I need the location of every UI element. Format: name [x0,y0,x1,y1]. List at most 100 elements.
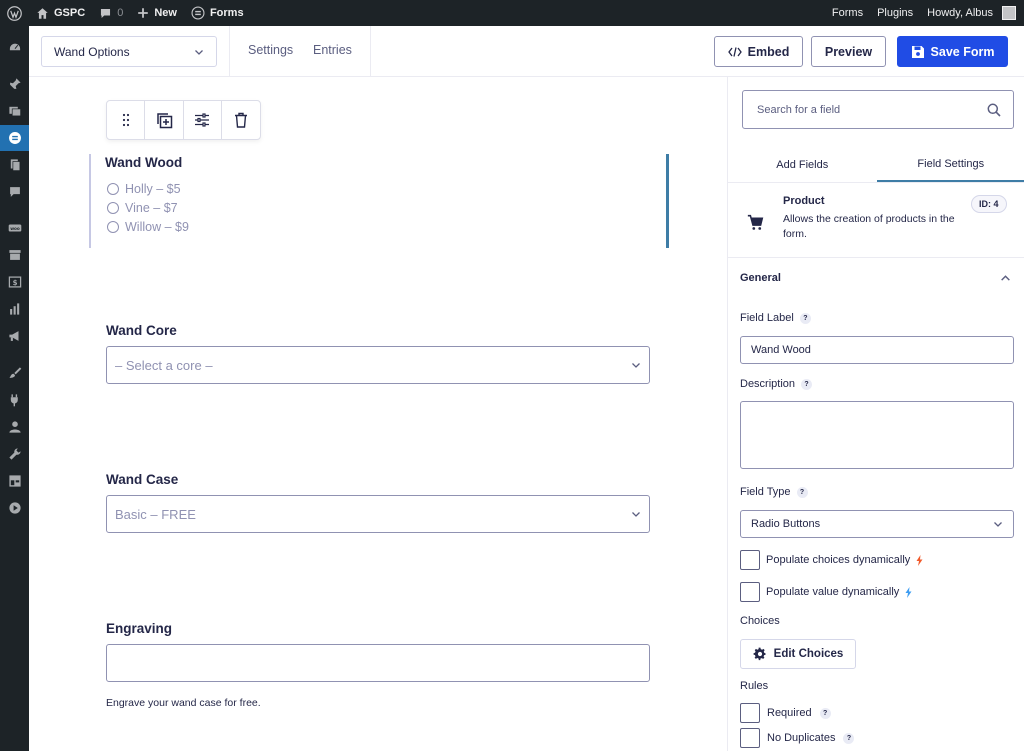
form-switcher-dropdown[interactable]: Wand Options [41,36,217,67]
drag-field-button[interactable] [107,101,146,139]
radio-choice-holly[interactable]: Holly – $5 [107,182,181,196]
gear-icon [753,647,766,661]
lightning-icon [905,586,912,598]
menu-pages[interactable] [0,152,29,178]
help-icon[interactable]: ? [819,707,831,719]
embed-button[interactable]: Embed [714,36,803,67]
entries-tab[interactable]: Entries [313,43,352,57]
menu-collapse[interactable] [0,495,29,521]
site-name-link[interactable]: GSPC [29,0,92,26]
required-row: Required ? [740,703,831,723]
admin-bar: GSPC 0 New Forms Forms Plugins Howdy, Al… [0,0,1024,26]
drag-handle-icon [122,113,129,127]
engraving-input[interactable] [106,644,650,682]
radio-label: Willow – $9 [125,220,189,234]
preview-label: Preview [824,44,873,59]
admin-plugins-link[interactable]: Plugins [870,0,920,26]
menu-marketing[interactable] [0,323,29,349]
chevron-down-icon [632,512,640,517]
chevron-down-icon [994,522,1002,527]
help-icon[interactable]: ? [801,378,813,390]
radio-button[interactable] [107,221,119,233]
populate-choices-row: Populate choices dynamically [740,550,923,570]
dashboard-icon [8,42,21,52]
new-content-link[interactable]: New [130,0,184,26]
megaphone-icon [8,331,18,341]
menu-woocommerce[interactable]: woo [0,215,29,241]
edit-choices-button[interactable]: Edit Choices [740,639,856,669]
radio-button[interactable] [107,202,119,214]
wand-wood-label: Wand Wood [105,155,183,170]
menu-products[interactable] [0,242,29,268]
field-label-value: Wand Wood [751,344,811,356]
radio-button[interactable] [107,183,119,195]
user-account-menu[interactable]: Howdy, Albus [920,0,1024,26]
site-name: GSPC [54,7,86,19]
menu-payments[interactable]: $ [0,269,29,295]
tab-field-settings[interactable]: Field Settings [876,147,1024,182]
menu-users[interactable] [0,414,29,440]
comments-link[interactable]: 0 [92,0,130,26]
editor-sidebar: Search for a field Add Fields Field Sett… [727,77,1024,751]
menu-settings[interactable] [0,468,29,494]
populate-choices-checkbox[interactable] [740,550,760,570]
grid-settings-icon [8,475,21,487]
menu-posts[interactable] [0,71,29,97]
home-icon [37,7,48,19]
embed-label: Embed [747,44,790,59]
menu-comments[interactable] [0,179,29,205]
forms-menu-icon [8,132,21,144]
form-canvas: Wand Wood Holly – $5 Vine – $7 Willow – … [29,77,727,751]
menu-forms[interactable] [0,125,30,151]
forms-link-label: Forms [831,7,864,19]
wand-case-select[interactable]: Basic – FREE [106,495,650,533]
preview-button[interactable]: Preview [811,36,886,67]
wand-core-select[interactable]: – Select a core – [106,346,650,384]
radio-choice-vine[interactable]: Vine – $7 [107,201,178,215]
menu-appearance[interactable] [0,360,29,386]
wordpress-logo-button[interactable] [0,0,29,26]
field-type-select[interactable]: Radio Buttons [740,510,1014,538]
save-form-button[interactable]: Save Form [897,36,1008,67]
menu-media[interactable] [0,98,29,124]
cart-icon [747,214,764,230]
no-duplicates-checkbox[interactable] [740,728,760,748]
field-type-text: Field Type [740,486,791,498]
sidebar-tabs: Add Fields Field Settings [728,147,1024,183]
settings-tab[interactable]: Settings [248,43,293,57]
description-textarea[interactable] [740,401,1014,469]
field-search-input[interactable]: Search for a field [742,90,1014,129]
radio-label: Vine – $7 [125,201,178,215]
general-section-toggle[interactable]: General [728,259,1024,297]
radio-choice-willow[interactable]: Willow – $9 [107,220,189,234]
field-settings-button[interactable] [184,101,222,139]
menu-tools[interactable] [0,441,29,467]
forms-menu-link[interactable]: Forms [184,0,251,26]
product-description: Allows the creation of products in the f… [783,213,955,240]
populate-value-row: Populate value dynamically [740,582,912,602]
menu-dashboard[interactable] [0,35,29,61]
help-icon[interactable]: ? [796,486,808,498]
svg-text:woo: woo [10,226,20,231]
required-checkbox[interactable] [740,703,760,723]
delete-field-button[interactable] [222,101,260,139]
sliders-icon [195,113,210,127]
wand-case-value: Basic – FREE [115,506,196,522]
wand-core-placeholder: – Select a core – [115,357,213,373]
field-type-value: Radio Buttons [751,518,821,530]
help-icon[interactable]: ? [799,312,811,324]
pages-icon [10,159,20,171]
menu-analytics[interactable] [0,296,29,322]
plugins-link-label: Plugins [877,7,914,19]
field-label-input[interactable]: Wand Wood [740,336,1014,364]
populate-value-checkbox[interactable] [740,582,760,602]
menu-plugins[interactable] [0,387,29,413]
tab-add-fields[interactable]: Add Fields [728,147,877,182]
chevron-up-icon [1001,274,1010,281]
admin-forms-link[interactable]: Forms [825,0,870,26]
tab-label: Field Settings [917,157,985,170]
duplicate-field-button[interactable] [145,101,184,139]
new-label: New [154,7,177,19]
help-icon[interactable]: ? [843,732,855,744]
wand-wood-field[interactable]: Wand Wood Holly – $5 Vine – $7 Willow – … [89,154,669,248]
